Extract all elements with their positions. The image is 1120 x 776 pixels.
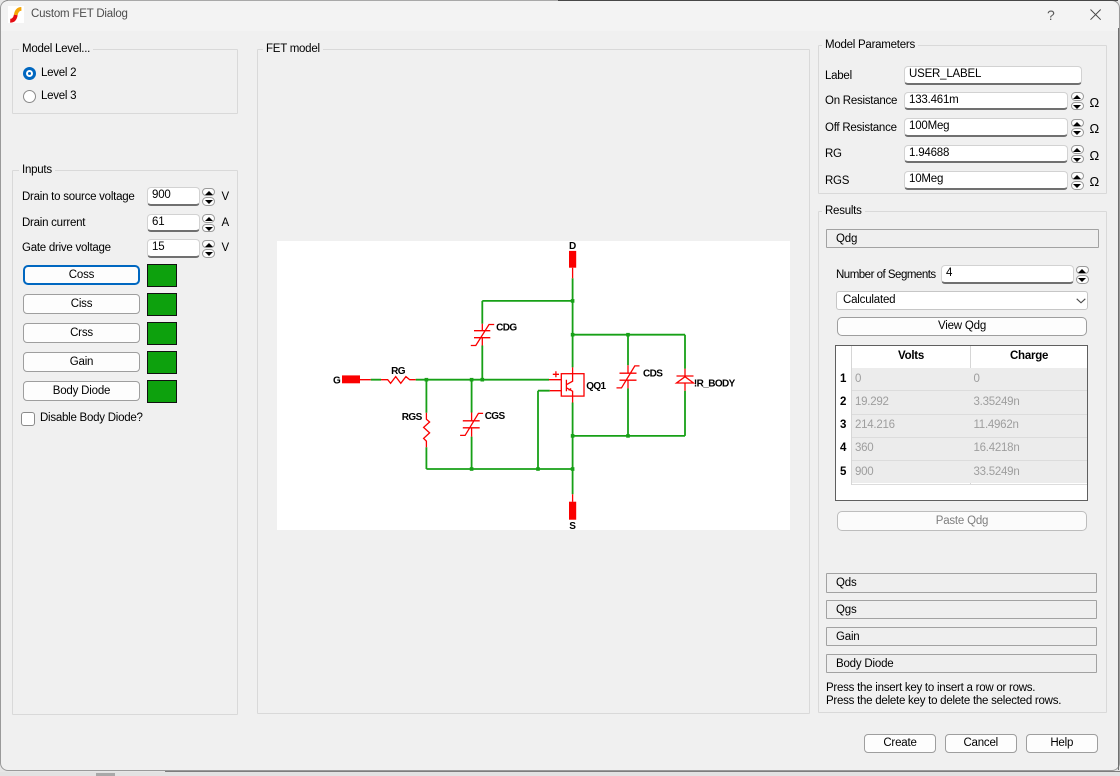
svg-text:QQ1: QQ1 xyxy=(586,381,606,392)
svg-text:CDG: CDG xyxy=(496,323,517,334)
svg-text:RGS: RGS xyxy=(402,412,423,423)
svg-text:S: S xyxy=(569,521,576,530)
svg-text:CDS: CDS xyxy=(643,369,663,380)
svg-text:RG: RG xyxy=(391,366,406,377)
svg-text:G: G xyxy=(333,376,341,387)
svg-text:D: D xyxy=(569,241,576,252)
svg-text:CGS: CGS xyxy=(485,411,506,422)
svg-text:!R_BODY: !R_BODY xyxy=(694,379,736,390)
